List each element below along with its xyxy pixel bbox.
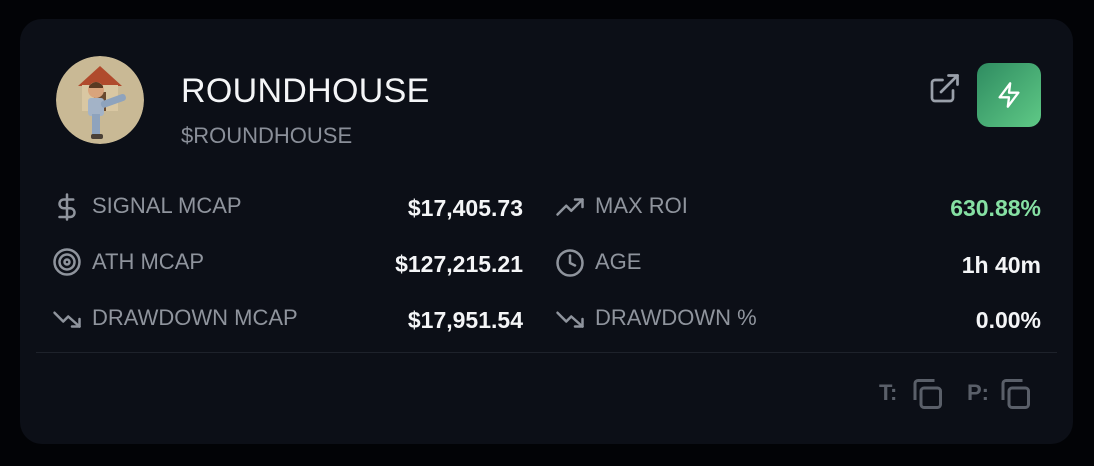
max-roi-value: 630.88% xyxy=(950,195,1041,221)
trend-down-icon xyxy=(53,311,81,328)
copy-pair-label: P: xyxy=(967,380,989,405)
avatar-image xyxy=(56,56,144,144)
lightning-bolt-icon xyxy=(998,82,1020,108)
copy-icon xyxy=(913,379,942,409)
copy-token-label: T: xyxy=(879,380,898,405)
copy-pair-address-button[interactable]: P: xyxy=(967,376,1033,412)
external-link-button[interactable] xyxy=(926,71,962,107)
max-roi-label: MAX ROI xyxy=(595,193,688,218)
signal-mcap-value: $17,405.73 xyxy=(407,195,523,221)
quick-buy-button[interactable] xyxy=(977,63,1041,127)
external-link-icon xyxy=(930,74,959,103)
token-avatar xyxy=(56,56,144,144)
clock-icon xyxy=(556,249,584,277)
drawdown-mcap-label: DRAWDOWN MCAP xyxy=(92,305,298,330)
trend-down-icon xyxy=(556,311,584,328)
token-name: ROUNDHOUSE xyxy=(181,72,430,110)
drawdown-pct-label: DRAWDOWN % xyxy=(595,305,757,330)
ath-mcap-value: $127,215.21 xyxy=(395,251,523,277)
divider xyxy=(36,352,1057,353)
target-icon xyxy=(53,248,81,276)
token-card: ROUNDHOUSE $ROUNDHOUSE SIGNAL MCAP $17,4… xyxy=(20,19,1073,444)
copy-token-address-button[interactable]: T: xyxy=(879,376,945,412)
drawdown-mcap-value: $17,951.54 xyxy=(407,307,523,333)
copy-icon xyxy=(1001,379,1030,409)
token-ticker: $ROUNDHOUSE xyxy=(181,123,353,148)
trend-up-icon xyxy=(556,198,584,216)
age-value: 1h 40m xyxy=(961,252,1041,278)
drawdown-pct-value: 0.00% xyxy=(975,307,1041,333)
signal-mcap-label: SIGNAL MCAP xyxy=(92,193,242,218)
age-label: AGE xyxy=(595,249,642,274)
dollar-icon xyxy=(58,193,76,221)
ath-mcap-label: ATH MCAP xyxy=(92,249,205,274)
